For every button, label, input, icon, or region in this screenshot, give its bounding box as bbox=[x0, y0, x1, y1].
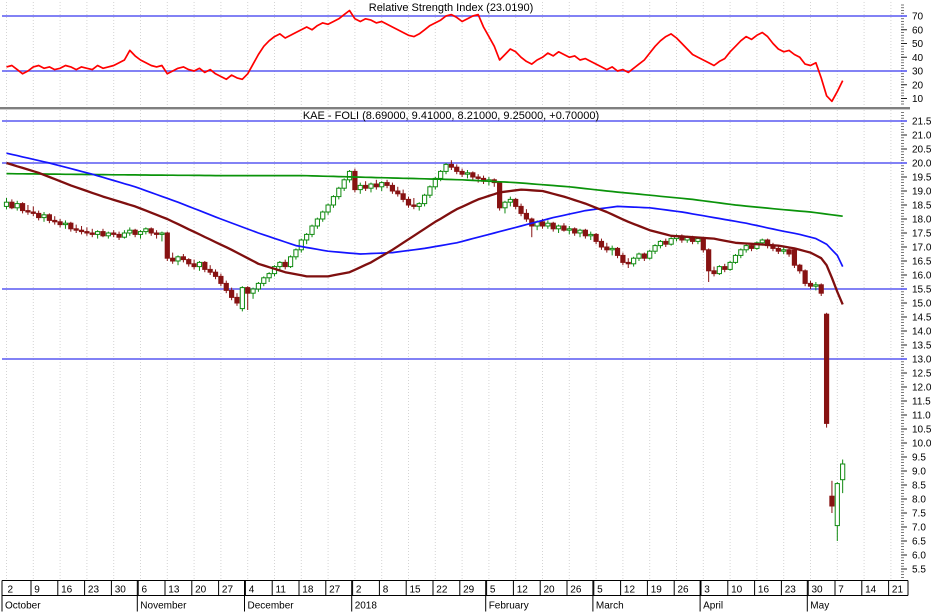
svg-text:12: 12 bbox=[517, 585, 529, 596]
svg-text:16: 16 bbox=[758, 585, 770, 596]
svg-text:30: 30 bbox=[115, 585, 127, 596]
svg-text:14.5: 14.5 bbox=[912, 313, 932, 324]
svg-text:11.0: 11.0 bbox=[912, 411, 931, 422]
svg-text:15.0: 15.0 bbox=[912, 299, 932, 310]
svg-text:April: April bbox=[703, 601, 723, 612]
rsi-y-axis: 70 60 50 40 30 20 10 bbox=[901, 4, 924, 105]
svg-text:26: 26 bbox=[678, 585, 690, 596]
svg-text:12.0: 12.0 bbox=[912, 383, 932, 394]
svg-text:6.0: 6.0 bbox=[912, 551, 926, 562]
svg-text:9: 9 bbox=[34, 585, 40, 596]
svg-text:20.5: 20.5 bbox=[912, 145, 932, 156]
svg-text:9.5: 9.5 bbox=[912, 453, 926, 464]
date-axis: October2 9 16 23 30November6 13 20 27December4 1… bbox=[1, 580, 909, 612]
svg-text:9.0: 9.0 bbox=[912, 467, 926, 478]
svg-text:29: 29 bbox=[463, 585, 475, 596]
svg-text:16: 16 bbox=[61, 585, 73, 596]
svg-text:40: 40 bbox=[912, 53, 924, 64]
svg-text:17.5: 17.5 bbox=[912, 229, 932, 240]
svg-text:21: 21 bbox=[892, 585, 904, 596]
svg-text:21.0: 21.0 bbox=[912, 131, 932, 142]
svg-text:26: 26 bbox=[570, 585, 582, 596]
svg-text:18.5: 18.5 bbox=[912, 201, 932, 212]
svg-text:4: 4 bbox=[249, 585, 255, 596]
short-ma-maroon bbox=[6, 161, 844, 305]
svg-text:10: 10 bbox=[731, 585, 743, 596]
svg-text:2018: 2018 bbox=[355, 601, 378, 612]
svg-text:19.5: 19.5 bbox=[912, 173, 932, 184]
svg-text:5: 5 bbox=[490, 585, 496, 596]
svg-text:50: 50 bbox=[912, 39, 924, 50]
svg-text:10: 10 bbox=[912, 94, 924, 105]
svg-text:6: 6 bbox=[142, 585, 148, 596]
svg-text:19: 19 bbox=[651, 585, 663, 596]
svg-text:12: 12 bbox=[624, 585, 636, 596]
svg-text:18: 18 bbox=[302, 585, 314, 596]
svg-text:October: October bbox=[5, 601, 41, 612]
svg-text:6.5: 6.5 bbox=[912, 537, 926, 548]
svg-text:23: 23 bbox=[785, 585, 797, 596]
svg-text:March: March bbox=[596, 601, 624, 612]
svg-text:7.5: 7.5 bbox=[912, 509, 926, 520]
svg-text:2: 2 bbox=[8, 585, 14, 596]
svg-text:27: 27 bbox=[222, 585, 234, 596]
svg-text:5: 5 bbox=[597, 585, 603, 596]
grid-lines bbox=[6, 2, 892, 580]
svg-text:21.5: 21.5 bbox=[912, 117, 932, 128]
candles bbox=[3, 160, 846, 541]
mid-ma-blue bbox=[6, 152, 844, 267]
svg-text:22: 22 bbox=[436, 585, 448, 596]
svg-text:20: 20 bbox=[195, 585, 207, 596]
svg-text:7.0: 7.0 bbox=[912, 523, 926, 534]
pane-separator bbox=[0, 107, 910, 110]
svg-text:December: December bbox=[248, 601, 295, 612]
svg-text:27: 27 bbox=[329, 585, 341, 596]
svg-text:November: November bbox=[140, 601, 187, 612]
svg-text:11.5: 11.5 bbox=[912, 397, 931, 408]
svg-text:30: 30 bbox=[912, 67, 924, 78]
price-y-axis: 21.5 21.0 20.5 20.0 19.5 19.0 18.5 18.0 17.5 17.0… bbox=[901, 112, 932, 578]
svg-text:13: 13 bbox=[168, 585, 180, 596]
svg-text:20: 20 bbox=[912, 80, 924, 91]
svg-text:18.0: 18.0 bbox=[912, 215, 932, 226]
chart-canvas: 70 60 50 40 30 20 10 21.5 21.0 20.5 20.0 19.5 19.0 18… bbox=[0, 2, 932, 612]
svg-text:15.5: 15.5 bbox=[912, 285, 932, 296]
svg-text:5.5: 5.5 bbox=[912, 565, 926, 576]
svg-text:16.0: 16.0 bbox=[912, 271, 932, 282]
svg-text:11: 11 bbox=[276, 585, 287, 596]
svg-text:19.0: 19.0 bbox=[912, 187, 932, 198]
svg-text:14.0: 14.0 bbox=[912, 327, 932, 338]
rsi-line bbox=[6, 9, 844, 103]
svg-text:23: 23 bbox=[88, 585, 100, 596]
svg-text:10.0: 10.0 bbox=[912, 439, 932, 450]
svg-text:14: 14 bbox=[865, 585, 877, 596]
svg-text:20: 20 bbox=[544, 585, 556, 596]
svg-text:10.5: 10.5 bbox=[912, 425, 932, 436]
svg-text:20.0: 20.0 bbox=[912, 159, 932, 170]
svg-text:8: 8 bbox=[383, 585, 389, 596]
stock-chart-window: 70 60 50 40 30 20 10 21.5 21.0 20.5 20.0 19.5 19.0 18… bbox=[0, 0, 941, 613]
svg-text:May: May bbox=[810, 601, 829, 612]
svg-text:7: 7 bbox=[838, 585, 844, 596]
svg-text:3: 3 bbox=[704, 585, 710, 596]
svg-text:30: 30 bbox=[812, 585, 824, 596]
svg-text:16.5: 16.5 bbox=[912, 257, 932, 268]
svg-text:8.0: 8.0 bbox=[912, 495, 926, 506]
svg-text:2: 2 bbox=[356, 585, 362, 596]
svg-text:60: 60 bbox=[912, 25, 924, 36]
svg-text:70: 70 bbox=[912, 12, 924, 23]
svg-text:8.5: 8.5 bbox=[912, 481, 926, 492]
svg-text:February: February bbox=[489, 601, 529, 612]
svg-text:15: 15 bbox=[410, 585, 422, 596]
svg-text:13.5: 13.5 bbox=[912, 341, 932, 352]
svg-text:12.5: 12.5 bbox=[912, 369, 932, 380]
svg-text:17.0: 17.0 bbox=[912, 243, 932, 254]
svg-text:13.0: 13.0 bbox=[912, 355, 932, 366]
